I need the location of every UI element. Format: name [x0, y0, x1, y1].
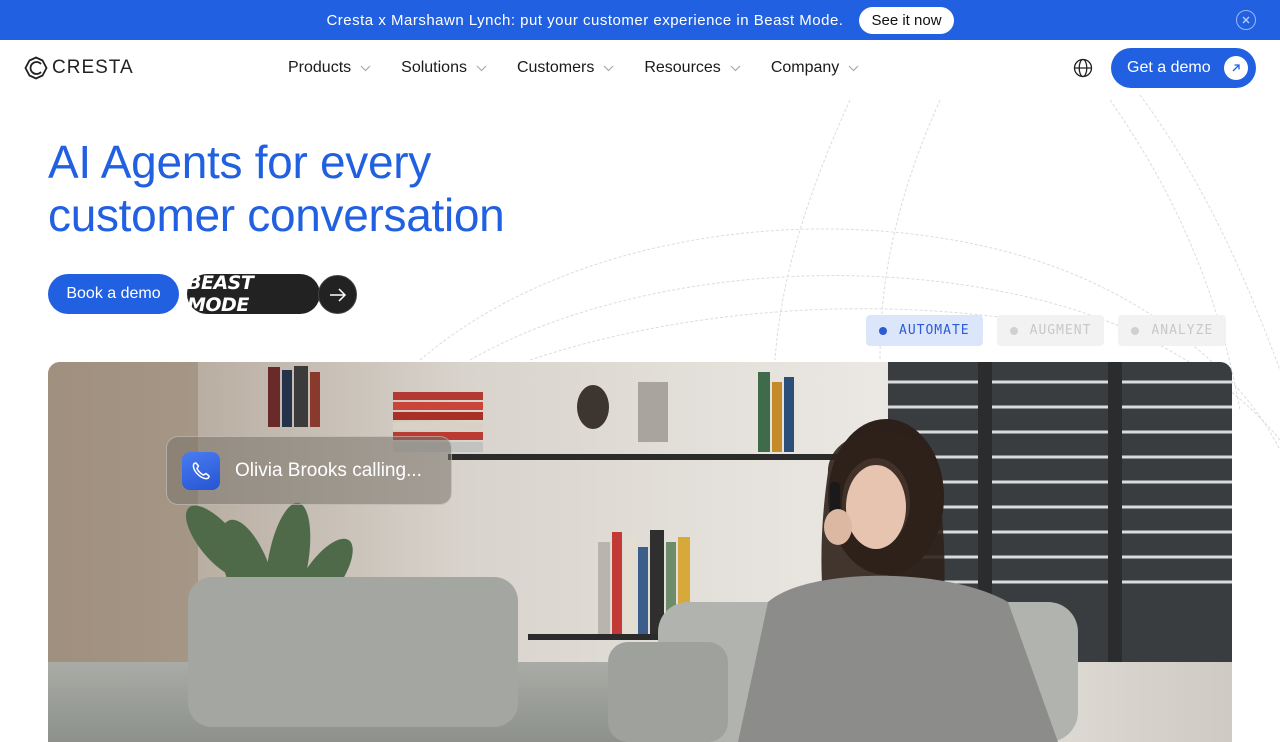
chevron-down-icon [360, 65, 371, 71]
hero-title-line-1: AI Agents for every [48, 136, 431, 188]
beast-mode-label: BEAST MODE [187, 272, 320, 316]
nav-item-products[interactable]: Products [288, 59, 371, 77]
nav-item-label: Company [770, 59, 840, 76]
hero-title-line-2: customer conversation [48, 189, 505, 241]
main-nav: Products Solutions Customers Resources C… [288, 40, 889, 96]
nav-item-label: Customers [516, 59, 595, 76]
announcement-bar: Cresta x Marshawn Lynch: put your custom… [0, 0, 1280, 40]
announcement-text: Cresta x Marshawn Lynch: put your custom… [326, 11, 844, 29]
get-a-demo-label: Get a demo [1127, 59, 1211, 76]
beast-mode-button[interactable]: BEAST MODE [187, 272, 358, 316]
book-a-demo-button[interactable]: Book a demo [48, 274, 179, 314]
get-a-demo-button[interactable]: Get a demo [1111, 48, 1256, 88]
cresta-logo-icon [24, 56, 48, 80]
phone-icon [182, 451, 220, 490]
hero-title: AI Agents for every customer conversatio… [48, 136, 505, 242]
status-dot-icon [1131, 326, 1140, 335]
logo-text: CRESTA [52, 57, 134, 78]
product-tabs: AUTOMATE AUGMENT ANALYZE [866, 315, 1227, 346]
cresta-logo[interactable]: CRESTA [24, 56, 134, 80]
arrow-up-right-icon [1224, 56, 1248, 80]
tab-augment[interactable]: AUGMENT [996, 315, 1105, 346]
nav-item-solutions[interactable]: Solutions [401, 59, 487, 77]
nav-item-company[interactable]: Company [771, 59, 859, 77]
chevron-down-icon [730, 65, 741, 71]
nav-item-label: Resources [644, 59, 721, 76]
site-header: CRESTA Products Solutions Customers Reso… [0, 40, 1280, 96]
see-it-now-button[interactable]: See it now [859, 6, 954, 34]
arrow-right-icon [318, 275, 357, 314]
status-dot-icon [1009, 326, 1018, 335]
call-card-text: Olivia Brooks calling... [235, 459, 422, 481]
close-icon[interactable] [1236, 10, 1256, 30]
tab-analyze[interactable]: ANALYZE [1118, 315, 1227, 346]
hero-video-scene [48, 362, 1232, 742]
globe-icon[interactable] [1073, 58, 1093, 78]
nav-item-resources[interactable]: Resources [644, 59, 741, 77]
tab-label: AUTOMATE [899, 323, 970, 338]
chevron-down-icon [848, 65, 859, 71]
hero-video[interactable]: Olivia Brooks calling... [48, 362, 1232, 742]
tab-label: AUGMENT [1029, 323, 1092, 338]
chevron-down-icon [476, 65, 487, 71]
tab-label: ANALYZE [1151, 323, 1214, 338]
nav-item-customers[interactable]: Customers [517, 59, 614, 77]
incoming-call-card: Olivia Brooks calling... [166, 436, 452, 505]
chevron-down-icon [603, 65, 614, 71]
status-dot-icon [879, 326, 887, 335]
nav-item-label: Products [288, 59, 352, 76]
tab-automate[interactable]: AUTOMATE [866, 315, 983, 346]
nav-item-label: Solutions [401, 59, 467, 76]
